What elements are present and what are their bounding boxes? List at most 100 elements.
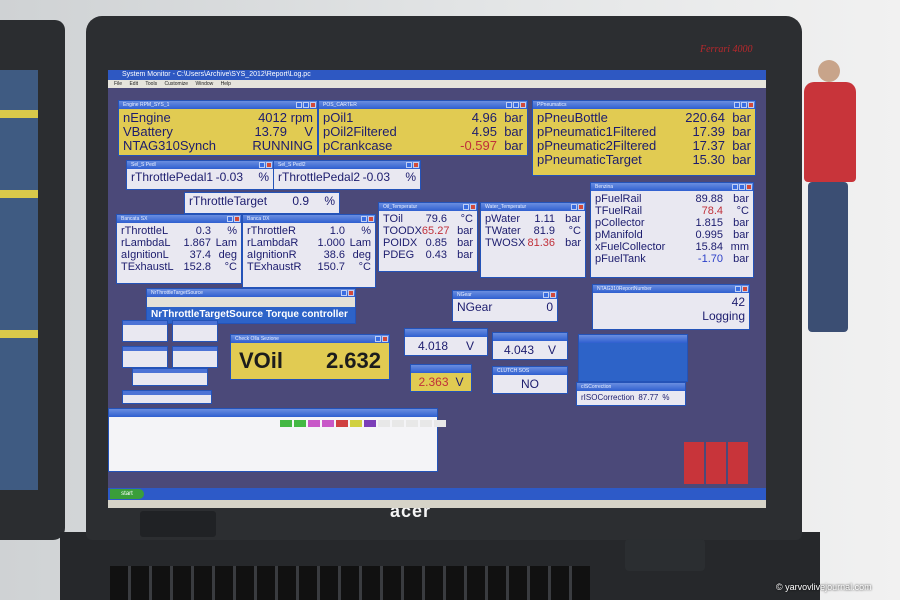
menu-item[interactable]: Help xyxy=(221,81,231,87)
mini-window[interactable] xyxy=(122,346,168,368)
fuel-window[interactable]: Benzina pFuelRail 89.88 bar TFuelRail 78.4 °… xyxy=(590,182,754,278)
data-row: TOil 79.6 °C xyxy=(383,213,473,225)
minimize-icon[interactable] xyxy=(361,216,367,222)
data-row: TExhaustR 150.7 °C xyxy=(247,261,371,273)
logging-window[interactable]: NTAG310ReportNumber 42 Logging xyxy=(592,284,750,330)
menu-item[interactable]: Window xyxy=(195,81,213,87)
window-title: NrThrottleTargetSource xyxy=(147,289,355,297)
iso-correction-window[interactable]: cISCorrection rISOCorrection 87.77 % xyxy=(576,382,686,406)
ngear-window[interactable]: NGear NGear 0 xyxy=(452,290,558,322)
close-icon[interactable] xyxy=(310,102,316,108)
maximize-icon[interactable] xyxy=(739,184,745,190)
voltage-a-window[interactable]: 4.018 V xyxy=(404,328,488,356)
minimize-icon[interactable] xyxy=(506,102,512,108)
bank-left-window[interactable]: Bancata SX rThrottleL 0.3% rLambdaL 1.867 L… xyxy=(116,214,242,284)
voltage-a-value: 4.018 xyxy=(417,339,449,353)
menu-bar: File Edit Tools Customize Window Help xyxy=(108,80,766,88)
close-icon[interactable] xyxy=(470,204,476,210)
minimize-icon[interactable] xyxy=(571,204,577,210)
minimize-icon[interactable] xyxy=(734,102,740,108)
close-icon[interactable] xyxy=(742,286,748,292)
window-title: NGear xyxy=(453,291,557,299)
minimize-icon[interactable] xyxy=(543,292,549,298)
throttle-source-window[interactable]: NrThrottleTargetSource NrThrottleTargetS… xyxy=(146,288,356,324)
menu-item[interactable]: File xyxy=(114,81,122,87)
maximize-icon[interactable] xyxy=(741,102,747,108)
menu-item[interactable]: Customize xyxy=(164,81,188,87)
mini-window[interactable] xyxy=(122,390,212,404)
window-title: Sel_S Pedl xyxy=(127,161,273,169)
data-row: aIgnitionR 38.6 deg xyxy=(247,249,371,261)
table-window[interactable] xyxy=(578,334,688,382)
minimize-icon[interactable] xyxy=(735,286,741,292)
hinge-left xyxy=(140,511,216,537)
data-row: rThrottlePedal1 -0.03% xyxy=(131,170,269,184)
data-row: pPneuBottle 220.64 bar xyxy=(537,110,751,125)
close-icon[interactable] xyxy=(348,290,354,296)
clutch-value: NO xyxy=(521,377,539,391)
window-title: Banca DX xyxy=(243,215,375,223)
close-icon[interactable] xyxy=(266,162,272,168)
window-title: CLUTCH SOS xyxy=(493,367,567,375)
iso-correction-unit: % xyxy=(662,393,670,402)
data-row: rLambdaL 1.867 Lam xyxy=(121,237,237,249)
maximize-icon[interactable] xyxy=(513,102,519,108)
window-title: Bancata SX xyxy=(117,215,241,223)
close-icon[interactable] xyxy=(746,184,752,190)
minimize-icon[interactable] xyxy=(463,204,469,210)
minimize-icon[interactable] xyxy=(732,184,738,190)
log-panel[interactable] xyxy=(108,408,438,472)
window-title: Check Olla Sezione xyxy=(231,335,389,343)
close-icon[interactable] xyxy=(748,102,754,108)
hinge-right xyxy=(625,539,705,571)
minimize-icon[interactable] xyxy=(296,102,302,108)
close-icon[interactable] xyxy=(382,336,388,342)
minimize-icon[interactable] xyxy=(259,162,265,168)
voltage-b-window[interactable]: 4.043 V xyxy=(492,332,568,360)
oil-voltage-window[interactable]: Check Olla Sezione VOil 2.632 xyxy=(230,334,390,380)
data-row: pOil2Filtered 4.95 bar xyxy=(323,124,523,139)
mini-window[interactable] xyxy=(122,320,168,342)
oil-temperature-window[interactable]: Oil_Temperatur TOil 79.6 °C TOODX 65.27 bar … xyxy=(378,202,478,272)
throttle-pedal-1-window[interactable]: Sel_S Pedl rThrottlePedal1 -0.03% xyxy=(126,160,274,190)
water-temperature-window[interactable]: Water_Temperatur pWater 1.11 bar TWater 81.… xyxy=(480,202,586,278)
data-row: PDEG 0.43 bar xyxy=(383,249,473,261)
mini-window[interactable] xyxy=(172,320,218,342)
maximize-icon[interactable] xyxy=(303,102,309,108)
pos-carter-window[interactable]: POS_CARTER pOil1 4.96 bar pOil2Filtered 4.9… xyxy=(318,100,528,156)
engine-rpm-window[interactable]: Engine RPM_SYS_1 nEngine 4012 rpm VBattery… xyxy=(118,100,318,156)
mini-window[interactable] xyxy=(132,368,208,386)
voltage-c-window[interactable]: 2.363 V xyxy=(410,364,472,392)
window-title: PPneumatics xyxy=(533,101,755,109)
minimize-icon[interactable] xyxy=(227,216,233,222)
close-icon[interactable] xyxy=(578,204,584,210)
start-button[interactable]: start xyxy=(110,489,144,499)
menu-item[interactable]: Tools xyxy=(145,81,157,87)
mini-window[interactable] xyxy=(172,346,218,368)
close-icon[interactable] xyxy=(413,162,419,168)
data-row: rThrottleR 1.0% xyxy=(247,225,371,237)
data-row: pWater 1.11 bar xyxy=(485,213,581,225)
minimize-icon[interactable] xyxy=(375,336,381,342)
clutch-window[interactable]: CLUTCH SOS NO xyxy=(492,366,568,394)
data-row: TWOSX 81.36 bar xyxy=(485,237,581,249)
status-strip xyxy=(280,420,446,427)
data-row: TExhaustL 152.8 °C xyxy=(121,261,237,273)
close-icon[interactable] xyxy=(368,216,374,222)
close-icon[interactable] xyxy=(520,102,526,108)
data-row: NGear 0 xyxy=(457,300,553,314)
minimize-icon[interactable] xyxy=(406,162,412,168)
background-person xyxy=(800,60,860,332)
throttle-pedal-2-window[interactable]: Sel_S Pedl2 rThrottlePedal2 -0.03% xyxy=(273,160,421,190)
close-icon[interactable] xyxy=(234,216,240,222)
status-bar xyxy=(108,500,766,508)
pneumatics-window[interactable]: PPneumatics pPneuBottle 220.64 bar pPneuma… xyxy=(532,100,756,176)
second-laptop xyxy=(0,20,65,540)
close-icon[interactable] xyxy=(550,292,556,298)
throttle-target-window[interactable]: rThrottleTarget 0.9% xyxy=(184,192,340,214)
laptop-screen: System Monitor - C:\Users\Archive\SYS_20… xyxy=(108,70,766,508)
bank-right-window[interactable]: Banca DX rThrottleR 1.0% rLambdaR 1.000 Lam… xyxy=(242,214,376,288)
menu-item[interactable]: Edit xyxy=(129,81,138,87)
minimize-icon[interactable] xyxy=(341,290,347,296)
data-row: nEngine 4012 rpm xyxy=(123,110,313,125)
